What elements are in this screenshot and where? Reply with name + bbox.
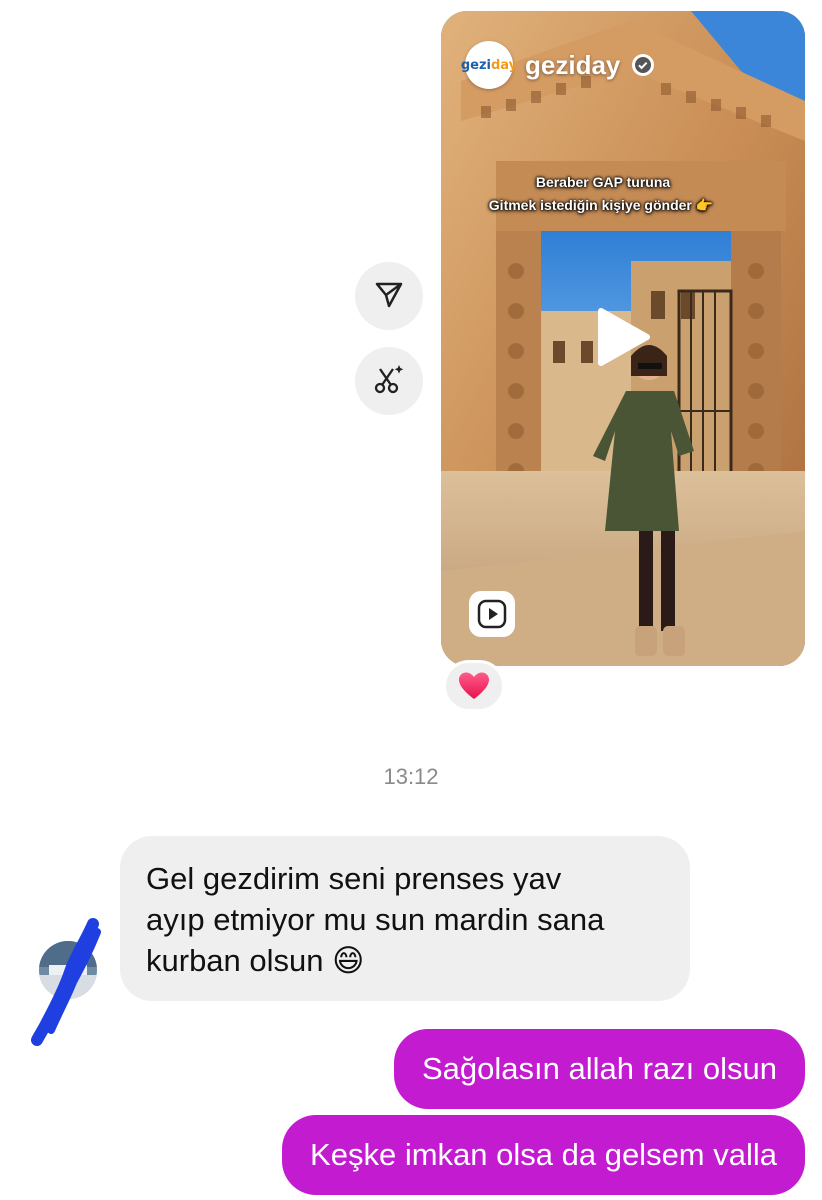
message-text: Gel gezdirim seni prenses yav [146,861,562,896]
share-button[interactable] [355,262,423,330]
ai-cut-icon [371,361,407,402]
message-text: ayıp etmiyor mu sun mardin sana [146,902,605,937]
redaction-scribble [31,918,101,1046]
reel-caption-line1: Beraber GAP turuna [535,174,671,190]
outgoing-message-bubble[interactable]: Keşke imkan olsa da gelsem valla [282,1115,805,1195]
message-text: Keşke imkan olsa da gelsem valla [310,1137,777,1172]
reels-icon [469,591,515,637]
reel-header[interactable]: gezi day geziday [461,41,655,89]
brand-logo: gezi day [461,41,517,89]
message-text: kurban olsun 😄 [146,943,365,978]
play-icon[interactable] [595,307,651,367]
ai-edit-button[interactable] [355,347,423,415]
message-text: Sağolasın allah razı olsun [421,1051,777,1086]
reel-caption-line2: Gitmek istediğin kişiye gönder 👉 [488,197,714,213]
share-send-icon [373,278,405,315]
message-timestamp: 13:12 [383,764,439,789]
shared-reel-card[interactable]: gezi day geziday Beraber GAP turuna Gitme… [441,11,805,666]
heart-icon [459,672,489,699]
heart-reaction[interactable] [443,660,505,712]
outgoing-message-bubble[interactable]: Sağolasın allah razı olsun [393,1029,805,1109]
incoming-message-bubble[interactable]: Gel gezdirim seni prenses yav ayıp etmiy… [120,836,690,1001]
verified-badge-icon [632,54,655,76]
reel-account-name[interactable]: geziday [525,50,620,81]
